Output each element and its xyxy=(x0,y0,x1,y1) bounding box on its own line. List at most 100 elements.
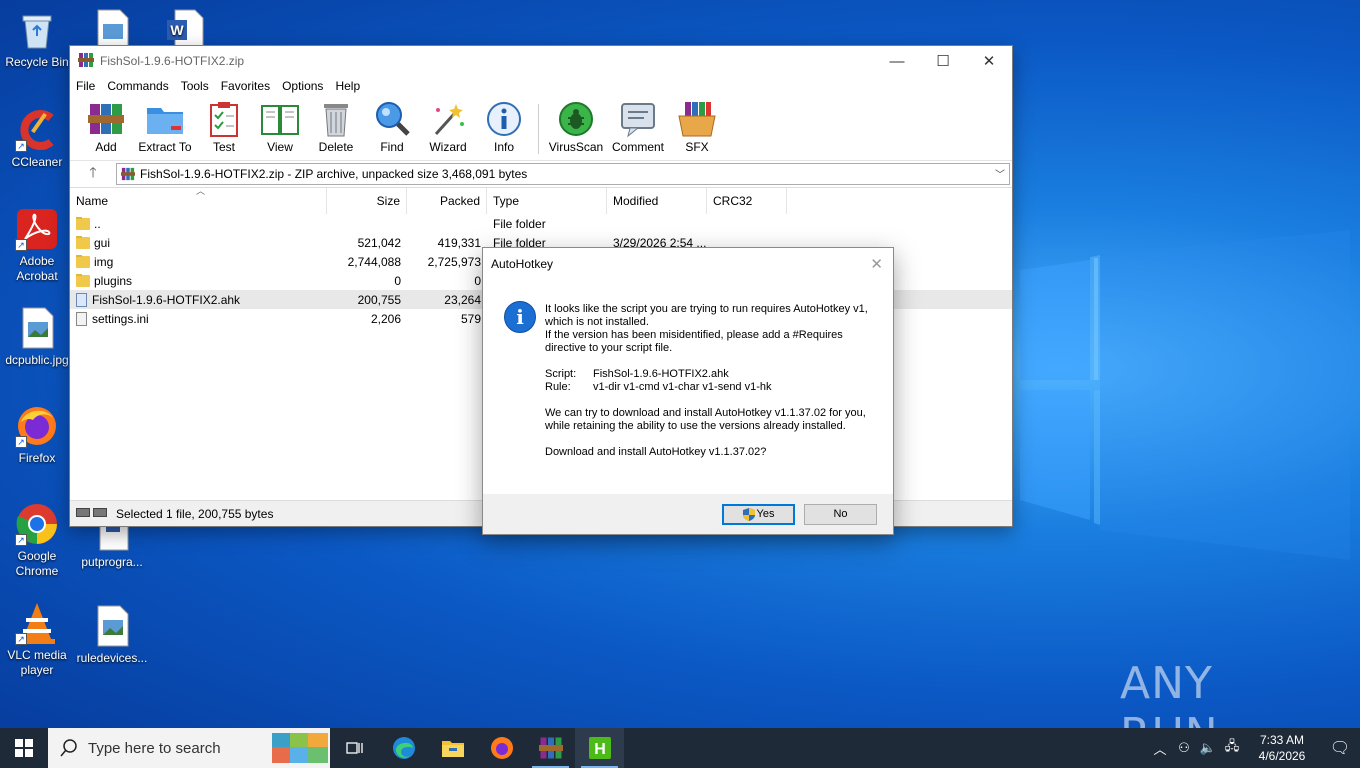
folder-icon xyxy=(76,254,90,268)
menu-help[interactable]: Help xyxy=(335,79,360,93)
folder-icon xyxy=(76,273,90,287)
system-tray: ︿ ⚇ 🔈 🖧 7:33 AM 4/6/2026 🗨 xyxy=(1148,728,1360,768)
desktop-icon-vlc[interactable]: ↗ VLC media player xyxy=(0,601,74,678)
view-button[interactable]: View xyxy=(252,100,308,154)
file-packed: 579 xyxy=(460,311,481,326)
column-type[interactable]: Type xyxy=(487,188,607,214)
close-button[interactable]: ✕ xyxy=(966,46,1012,76)
folder-icon xyxy=(76,235,90,249)
no-button[interactable]: No xyxy=(804,503,877,525)
desktop-icon-label: Firefox xyxy=(18,451,56,465)
extract-to-button[interactable]: Extract To xyxy=(134,100,196,154)
add-button[interactable]: Add xyxy=(78,100,134,154)
column-packed[interactable]: Packed xyxy=(407,188,487,214)
dialog-title-bar[interactable]: AutoHotkey ✕ xyxy=(483,248,893,279)
delete-button[interactable]: Delete xyxy=(308,100,364,154)
toolbar: Add Extract To Test View Delete Find Wiz… xyxy=(70,96,1012,160)
menu-file[interactable]: File xyxy=(76,79,95,93)
search-highlight-puzzle-icon xyxy=(272,733,328,763)
menu-options[interactable]: Options xyxy=(282,79,323,93)
test-button[interactable]: Test xyxy=(196,100,252,154)
file-type: File folder xyxy=(493,216,546,231)
desktop-icon-ccleaner[interactable]: ↗ CCleaner xyxy=(0,108,74,170)
file-explorer-icon xyxy=(441,741,464,757)
vlc-icon: ↗ xyxy=(15,601,59,645)
desktop-icon-label: Adobe Acrobat xyxy=(16,254,58,283)
info-icon: i xyxy=(504,301,536,333)
script-value: FishSol-1.9.6-HOTFIX2.ahk xyxy=(593,368,729,380)
add-label: Add xyxy=(95,140,117,154)
minimize-button[interactable]: — xyxy=(874,46,920,76)
file-size: 521,042 xyxy=(357,235,401,250)
taskbar-autohotkey[interactable]: H xyxy=(575,728,624,768)
column-crc32[interactable]: CRC32 xyxy=(707,188,787,214)
volume-icon[interactable]: 🔈 xyxy=(1196,740,1220,756)
network-icon[interactable]: 🖧 xyxy=(1220,737,1244,759)
sfx-label: SFX xyxy=(685,140,709,154)
dialog-question: Download and install AutoHotkey v1.1.37.… xyxy=(545,446,767,458)
desktop-icon-firefox[interactable]: ↗ Firefox xyxy=(0,404,74,466)
taskbar: Type here to search H ︿ ⚇ 🔈 🖧 7:33 AM 4/… xyxy=(0,728,1360,768)
autohotkey-icon: H xyxy=(588,737,611,759)
window-title: FishSol-1.9.6-HOTFIX2.zip xyxy=(100,54,245,68)
taskbar-file-explorer[interactable] xyxy=(428,728,477,768)
column-modified[interactable]: Modified xyxy=(607,188,707,214)
yes-label: Yes xyxy=(756,508,775,520)
taskbar-edge[interactable] xyxy=(379,728,428,768)
maximize-button[interactable]: ☐ xyxy=(920,46,966,76)
sfx-button[interactable]: SFX xyxy=(669,100,725,154)
address-bar[interactable]: FishSol-1.9.6-HOTFIX2.zip - ZIP archive,… xyxy=(116,162,1010,185)
info-label: Info xyxy=(493,140,514,154)
start-button[interactable] xyxy=(0,728,48,768)
image-file-icon xyxy=(15,306,59,350)
column-size[interactable]: Size xyxy=(327,188,407,214)
virusscan-button[interactable]: VirusScan xyxy=(545,100,607,154)
firefox-icon xyxy=(490,737,513,759)
desktop-icon-ruledevices[interactable]: ruledevices... xyxy=(75,604,149,666)
sort-caret-icon: ︿ xyxy=(196,186,206,196)
file-size: 2,206 xyxy=(370,311,401,326)
desktop-icon-google-chrome[interactable]: ↗ Google Chrome xyxy=(0,502,74,579)
chevron-up-icon[interactable]: ︿ xyxy=(1148,739,1172,758)
wizard-button[interactable]: Wizard xyxy=(420,100,476,154)
menu-tools[interactable]: Tools xyxy=(181,79,209,93)
desktop-icon-label: dcpublic.jpg xyxy=(5,353,69,367)
script-line: Script: FishSol-1.9.6-HOTFIX2.ahk xyxy=(545,368,875,381)
menu-commands[interactable]: Commands xyxy=(107,79,168,93)
taskbar-firefox[interactable] xyxy=(477,728,526,768)
clock-time: 7:33 AM xyxy=(1259,733,1305,747)
comment-button[interactable]: Comment xyxy=(607,100,669,154)
menu-bar: File Commands Tools Favorites Options He… xyxy=(70,76,1012,96)
address-text: FishSol-1.9.6-HOTFIX2.zip - ZIP archive,… xyxy=(140,166,528,181)
file-name: img xyxy=(94,254,114,269)
extract-to-label: Extract To xyxy=(138,140,192,154)
task-view-button[interactable] xyxy=(330,728,379,768)
drive-icons[interactable] xyxy=(76,507,108,520)
file-size: 0 xyxy=(394,273,401,288)
taskbar-winrar[interactable] xyxy=(526,728,575,768)
info-button[interactable]: Info xyxy=(476,100,532,154)
clock[interactable]: 7:33 AM 4/6/2026 xyxy=(1250,732,1314,764)
dialog-close-button[interactable]: ✕ xyxy=(870,255,883,273)
desktop-icon-label: Recycle Bin xyxy=(5,55,69,69)
desktop-icon-recycle-bin[interactable]: Recycle Bin xyxy=(0,8,74,70)
search-box[interactable]: Type here to search xyxy=(48,728,330,768)
find-button[interactable]: Find xyxy=(364,100,420,154)
dialog-message-1: It looks like the script you are trying … xyxy=(545,303,868,328)
desktop-icon-label: ruledevices... xyxy=(76,651,148,665)
table-row[interactable]: .. File folder xyxy=(70,214,1012,233)
test-clipboard-icon xyxy=(210,102,238,137)
search-placeholder: Type here to search xyxy=(88,739,221,757)
desktop-icon-dcpublic[interactable]: dcpublic.jpg xyxy=(0,306,74,368)
notification-icon[interactable]: 🗨 xyxy=(1320,738,1360,758)
chevron-down-icon[interactable]: ﹀ xyxy=(995,166,1005,181)
edge-icon xyxy=(392,737,415,759)
menu-favorites[interactable]: Favorites xyxy=(221,79,270,93)
desktop-icon-adobe-acrobat[interactable]: ↗ Adobe Acrobat xyxy=(0,207,74,284)
yes-button[interactable]: Yes xyxy=(722,503,795,525)
desktop-icon-label: Google Chrome xyxy=(15,549,59,578)
title-bar[interactable]: FishSol-1.9.6-HOTFIX2.zip — ☐ ✕ xyxy=(70,46,1012,76)
up-arrow-icon[interactable]: 🡑 xyxy=(70,162,116,186)
folder-icon xyxy=(76,216,90,230)
network-people-icon[interactable]: ⚇ xyxy=(1172,740,1196,756)
